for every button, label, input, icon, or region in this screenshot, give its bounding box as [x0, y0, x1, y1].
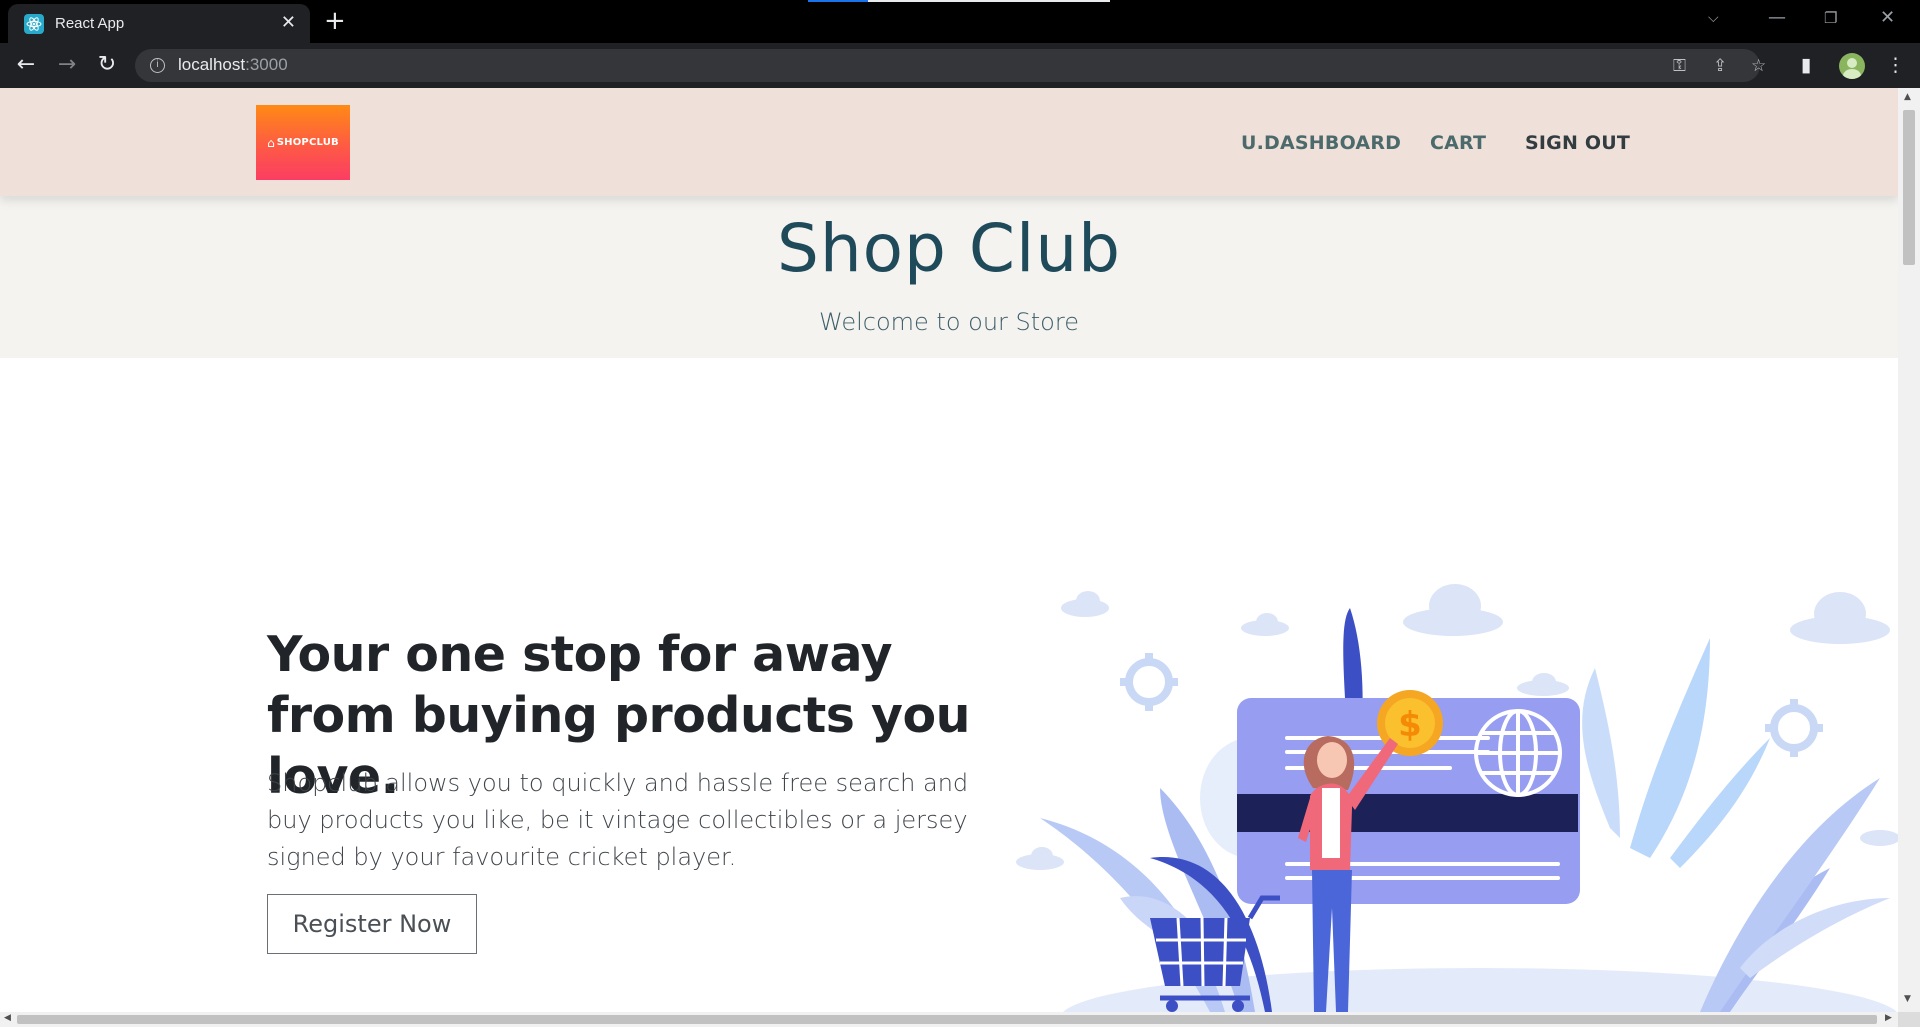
restore-icon[interactable]: ❐	[1824, 6, 1837, 30]
scroll-right-icon[interactable]: ▶	[1885, 1013, 1892, 1023]
house-icon: ⌂	[267, 135, 275, 150]
hero-band: Shop Club Welcome to our Store	[0, 196, 1898, 358]
arrow-left-icon[interactable]: ←	[12, 51, 40, 79]
address-bar[interactable]: i localhost:3000 ⚿ ⇪ ☆	[135, 49, 1766, 82]
logo-text: SHOPCLUB	[276, 137, 339, 148]
scroll-corner	[1898, 1012, 1920, 1027]
plus-icon[interactable]: +	[324, 6, 346, 36]
window-close-icon[interactable]: ✕	[1880, 6, 1895, 30]
reload-icon[interactable]: ↻	[93, 51, 121, 79]
kebab-menu-icon[interactable]: ⋮	[1886, 53, 1905, 77]
tab-search-icon[interactable]: ⌵	[1708, 6, 1719, 30]
body-text: Shopclub allows you to quickly and hassl…	[267, 769, 969, 871]
loading-bar	[808, 0, 1110, 2]
nav-cart[interactable]: CART	[1430, 132, 1486, 154]
close-icon[interactable]: ✕	[281, 13, 296, 33]
share-icon[interactable]: ⇪	[1713, 57, 1727, 75]
register-now-button[interactable]: Register Now	[267, 894, 477, 954]
tab-title: React App	[55, 15, 125, 32]
scroll-up-icon[interactable]: ▲	[1904, 92, 1911, 102]
scroll-down-icon[interactable]: ▼	[1904, 994, 1911, 1004]
page-title: Shop Club	[776, 210, 1122, 287]
browser-toolbar: ← → ↻ i localhost:3000 ⚿ ⇪ ☆ ▮ ⋮	[0, 43, 1920, 88]
arrow-right-icon[interactable]: →	[53, 51, 81, 79]
site-header: ⌂ SHOPCLUB U.DASHBOARD CART SIGN OUT	[0, 88, 1898, 196]
minimize-icon[interactable]: —	[1768, 6, 1786, 30]
horizontal-scrollbar[interactable]: ◀ ▶	[0, 1012, 1898, 1027]
page-viewport: ⌂ SHOPCLUB U.DASHBOARD CART SIGN OUT Sho…	[0, 88, 1898, 1012]
avatar[interactable]	[1839, 53, 1865, 79]
svg-text:$: $	[1398, 705, 1422, 745]
browser-tab[interactable]: React App ✕	[8, 4, 310, 43]
vertical-scroll-thumb[interactable]	[1903, 110, 1915, 265]
horizontal-scroll-thumb[interactable]	[17, 1015, 1877, 1024]
key-icon[interactable]: ⚿	[1673, 57, 1686, 75]
react-icon	[24, 13, 44, 34]
nav-sign-out[interactable]: SIGN OUT	[1525, 132, 1630, 154]
browser-tabstrip: React App ✕ + ⌵ — ❐ ✕	[0, 0, 1920, 43]
scroll-left-icon[interactable]: ◀	[4, 1013, 11, 1023]
shopping-illustration: $	[1016, 584, 1898, 1012]
url-text[interactable]: localhost:3000	[178, 55, 288, 75]
logo[interactable]: ⌂ SHOPCLUB	[256, 105, 350, 180]
info-icon[interactable]: i	[150, 58, 165, 73]
nav-dashboard[interactable]: U.DASHBOARD	[1241, 132, 1401, 154]
side-panel-icon[interactable]: ▮	[1801, 53, 1811, 77]
page-subtitle: Welcome to our Store	[819, 308, 1079, 336]
star-icon[interactable]: ☆	[1751, 57, 1766, 75]
vertical-scrollbar[interactable]: ▲ ▼	[1898, 88, 1920, 1012]
